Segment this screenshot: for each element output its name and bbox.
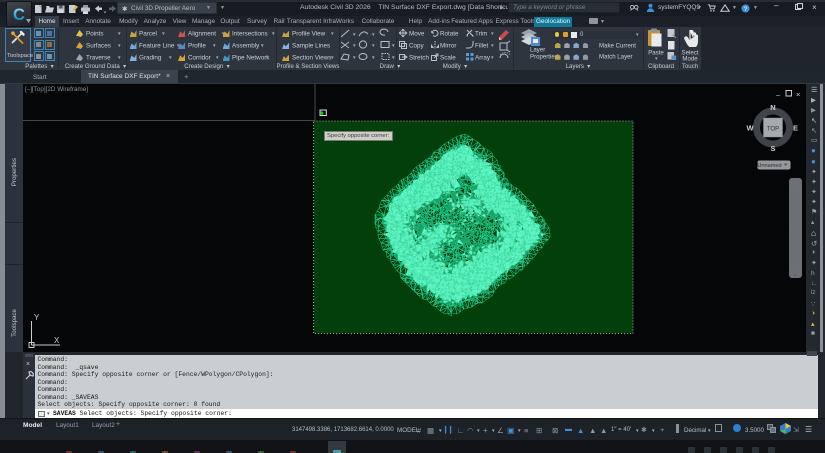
svg-text:▼: ▼: [371, 32, 376, 37]
svg-text:▼: ▼: [352, 55, 357, 60]
svg-text:▼: ▼: [391, 43, 396, 48]
svg-text:?: ?: [744, 6, 748, 13]
svg-text:N: N: [770, 103, 775, 112]
svg-text:▼: ▼: [391, 55, 396, 60]
svg-text:E: E: [793, 124, 798, 133]
svg-text:×: ×: [796, 90, 800, 99]
svg-text:X: X: [54, 336, 60, 345]
svg-text:C: C: [13, 6, 25, 24]
svg-text:Unnamed: Unnamed: [757, 163, 781, 169]
svg-text:▼: ▼: [371, 43, 376, 48]
svg-text:TOP: TOP: [767, 127, 779, 133]
svg-text:Y: Y: [34, 313, 40, 322]
svg-text:W: W: [746, 124, 754, 133]
svg-text:▼: ▼: [371, 55, 376, 60]
svg-text:S: S: [770, 144, 775, 153]
svg-text:▼: ▼: [352, 32, 357, 37]
svg-text:▼: ▼: [352, 43, 357, 48]
svg-text:–: –: [776, 90, 781, 99]
